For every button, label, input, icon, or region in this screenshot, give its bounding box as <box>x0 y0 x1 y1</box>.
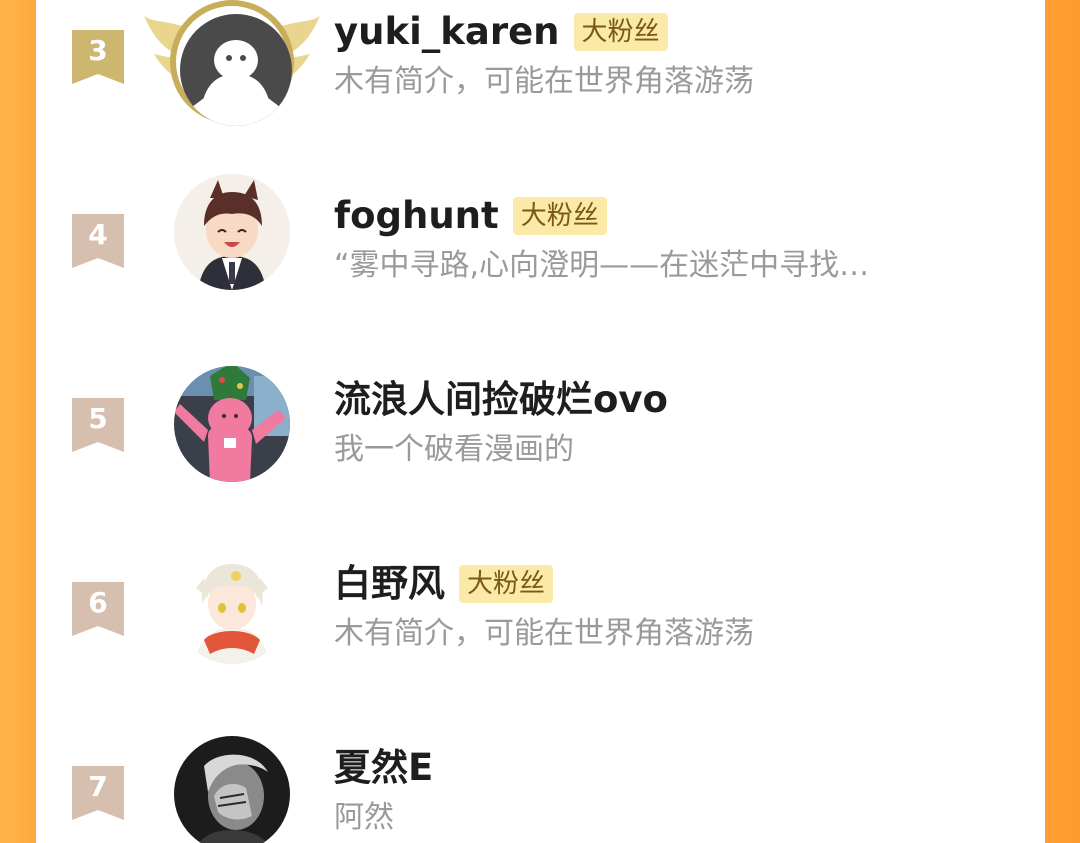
monochrome-photo-avatar-icon[interactable] <box>174 736 290 843</box>
username[interactable]: 流浪人间捡破烂ovo <box>334 378 668 422</box>
user-bio: “雾中寻路,心向澄明——在迷茫中寻找… <box>334 248 870 283</box>
list-item[interactable]: 7 夏然E 阿然 <box>36 724 1045 843</box>
super-fan-badge: 大粉丝 <box>573 13 668 51</box>
left-orange-frame <box>0 0 36 843</box>
rank-badge: 4 <box>72 214 124 268</box>
user-bio: 木有简介，可能在世界角落游荡 <box>334 616 754 651</box>
user-bio: 木有简介，可能在世界角落游荡 <box>334 64 754 99</box>
username[interactable]: 白野风 <box>334 562 445 606</box>
username[interactable]: foghunt <box>334 194 499 238</box>
list-item[interactable]: 4 foghunt 大粉丝 “雾中寻路,心向澄明——在迷茫中寻找… <box>36 172 1045 322</box>
rank-badge: 5 <box>72 398 124 452</box>
list-item[interactable]: 3 yuki_karen 大粉丝 木有简介，可能在世界角落游荡 <box>36 0 1045 138</box>
rank-badge: 3 <box>72 30 124 84</box>
pink-figure-avatar-icon[interactable] <box>174 366 290 482</box>
username[interactable]: yuki_karen <box>334 10 560 54</box>
right-orange-frame <box>1044 0 1080 843</box>
rank-badge: 7 <box>72 766 124 820</box>
anime-boy-avatar-icon[interactable] <box>174 174 290 290</box>
rank-badge: 6 <box>72 582 124 636</box>
anime-girl-avatar-icon[interactable] <box>174 548 290 664</box>
super-fan-badge: 大粉丝 <box>512 197 607 235</box>
list-item[interactable]: 6 白野风 大粉丝 木有简介，可能在世界角落游荡 <box>36 540 1045 690</box>
user-bio: 阿然 <box>334 800 394 835</box>
default-avatar-icon[interactable] <box>180 14 292 126</box>
user-bio: 我一个破看漫画的 <box>334 432 574 467</box>
list-item[interactable]: 5 流浪人间捡破烂ovo 我一个破看漫画的 <box>36 356 1045 506</box>
fan-ranking-list: 3 yuki_karen 大粉丝 木有简介，可能在世界角落游荡 4 foghun… <box>36 0 1045 843</box>
super-fan-badge: 大粉丝 <box>459 565 554 603</box>
username[interactable]: 夏然E <box>334 746 433 790</box>
